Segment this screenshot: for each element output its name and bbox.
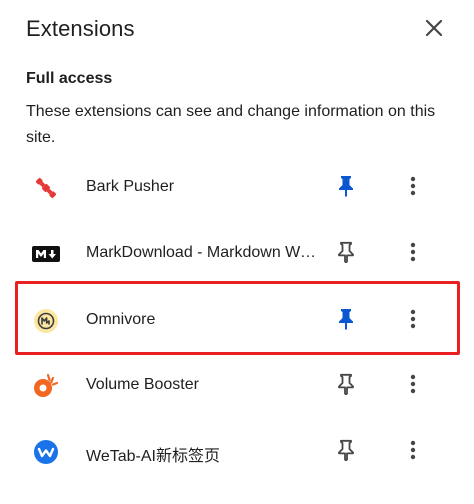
section-description: These extensions can see and change info… (26, 103, 436, 146)
extension-name: Omnivore (86, 311, 156, 328)
close-icon (425, 19, 443, 42)
more-vert-icon (410, 242, 416, 267)
more-options-button[interactable] (397, 238, 429, 270)
extension-row-markdownload[interactable]: MarkDownload - Markdown Web Clipper (0, 221, 474, 287)
extensions-panel: Extensions Full access These extensions … (0, 0, 474, 504)
more-options-button[interactable] (397, 305, 429, 337)
extension-name: WeTab-AI新标签页 (86, 448, 220, 465)
markdownload-icon (32, 240, 60, 268)
more-vert-icon (410, 374, 416, 399)
extension-row-omnivore[interactable]: Omnivore (0, 288, 474, 354)
extension-row-wetab[interactable]: WeTab-AI新标签页 (0, 419, 474, 485)
extension-name: MarkDownload - Markdown Web Clipper (86, 244, 316, 261)
close-button[interactable] (418, 14, 450, 46)
more-options-button[interactable] (397, 436, 429, 468)
more-options-button[interactable] (397, 172, 429, 204)
section-title: Full access (26, 70, 113, 87)
more-options-button[interactable] (397, 370, 429, 402)
volume-booster-icon (32, 372, 60, 400)
pin-outline-icon (336, 241, 356, 268)
more-vert-icon (410, 309, 416, 334)
extension-row-bark-pusher[interactable]: Bark Pusher (0, 155, 474, 221)
pin-filled-icon (336, 175, 356, 202)
wetab-icon (32, 438, 60, 466)
omnivore-icon (32, 307, 60, 335)
pin-button[interactable] (330, 172, 362, 204)
panel-title: Extensions (26, 16, 135, 41)
bark-pusher-icon (32, 174, 60, 202)
extension-name: Volume Booster (86, 376, 199, 393)
extension-name: Bark Pusher (86, 178, 175, 195)
pin-button[interactable] (330, 436, 362, 468)
pin-outline-icon (336, 439, 356, 466)
extension-row-volume-booster[interactable]: Volume Booster (0, 353, 474, 419)
more-vert-icon (410, 176, 416, 201)
more-vert-icon (410, 440, 416, 465)
pin-filled-icon (336, 308, 356, 335)
pin-button[interactable] (330, 305, 362, 337)
pin-outline-icon (336, 373, 356, 400)
pin-button[interactable] (330, 238, 362, 270)
pin-button[interactable] (330, 370, 362, 402)
